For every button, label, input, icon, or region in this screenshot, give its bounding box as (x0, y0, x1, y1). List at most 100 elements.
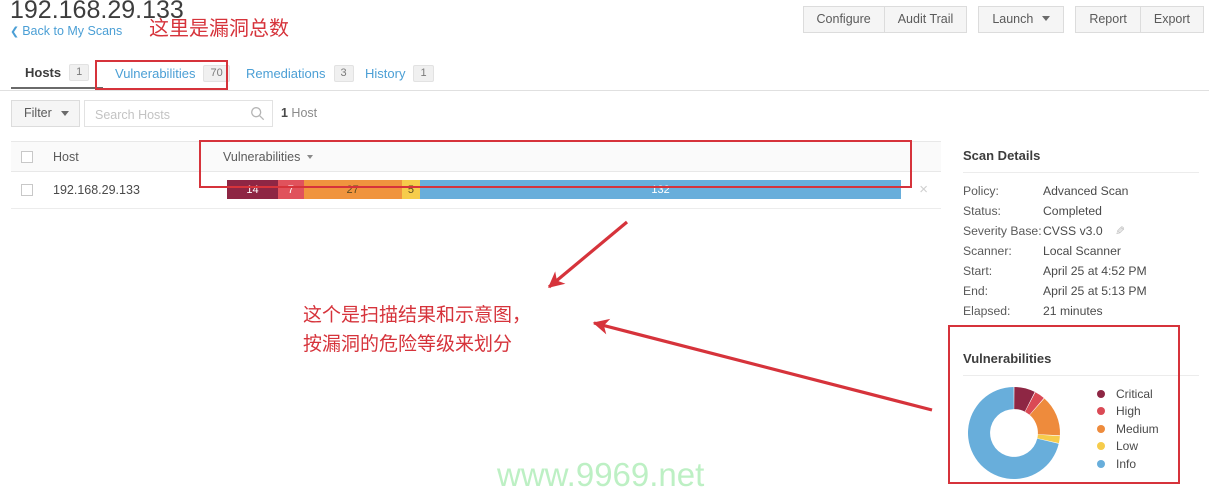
scan-detail-row: End: April 25 at 5:13 PM (963, 281, 1199, 301)
scan-detail-value: Advanced Scan (1043, 184, 1129, 198)
search-icon[interactable] (250, 106, 265, 121)
legend-label: Low (1116, 439, 1139, 454)
vulnerabilities-card-title: Vulnerabilities (963, 351, 1052, 366)
chevron-down-icon (60, 110, 69, 116)
pencil-icon[interactable]: ✎ (1115, 221, 1125, 241)
search-input[interactable] (93, 101, 247, 128)
annotation-text-chart-line2: 按漏洞的危险等级来划分 (303, 333, 513, 355)
column-header-vulnerabilities-label: Vulnerabilities (223, 150, 301, 164)
scan-detail-row: Severity Base: CVSS v3.0 ✎ (963, 221, 1199, 241)
scan-detail-value: CVSS v3.0 ✎ (1043, 221, 1125, 241)
tab-remediations[interactable]: Remediations 3 (232, 58, 368, 89)
scan-detail-value: April 25 at 4:52 PM (1043, 264, 1147, 278)
tab-history[interactable]: History 1 (351, 58, 448, 89)
legend-label: Medium (1116, 421, 1159, 436)
severity-stacked-bar[interactable]: 14 7 27 5 132 (227, 180, 901, 199)
host-count-label: Host (287, 106, 318, 120)
legend-label: Critical (1116, 386, 1153, 401)
scan-details-panel: Scan Details Policy: Advanced Scan Status:… (963, 148, 1199, 321)
tab-history-label: History (365, 66, 406, 81)
report-export-group: Report Export (1075, 6, 1204, 33)
annotation-text-chart: 这个是扫描结果和示意图， 按漏洞的危险等级来划分 (303, 301, 531, 359)
tab-remediations-label: Remediations (246, 66, 326, 81)
hosts-table: Host Vulnerabilities 192.168.29.133 14 7 2… (11, 141, 941, 209)
export-button[interactable]: Export (1140, 6, 1204, 33)
legend-dot-icon (1097, 407, 1105, 416)
scan-detail-key: Scanner: (963, 244, 1012, 258)
close-icon[interactable]: × (919, 182, 928, 197)
severity-segment-critical[interactable]: 14 (227, 180, 278, 199)
vulnerabilities-card: Vulnerabilities Critical High Medium Low Inf… (963, 343, 1199, 480)
column-header-vulnerabilities[interactable]: Vulnerabilities (223, 150, 314, 164)
tab-vulnerabilities-count: 70 (203, 65, 230, 82)
tab-history-count: 1 (413, 65, 434, 82)
tab-vulnerabilities[interactable]: Vulnerabilities 70 (101, 58, 244, 89)
page-header: 192.168.29.133 ❮ Back to My Scans Configu… (0, 0, 1209, 46)
host-count-number: 1 (281, 106, 288, 120)
vulnerabilities-donut-chart[interactable] (965, 385, 1079, 481)
legend-item-info[interactable]: Info (1097, 455, 1159, 473)
row-host-value[interactable]: 192.168.29.133 (53, 183, 140, 197)
audit-trail-button[interactable]: Audit Trail (884, 6, 968, 33)
scan-detail-row: Scanner: Local Scanner (963, 241, 1199, 261)
chevron-down-icon (307, 155, 314, 159)
divider (963, 375, 1199, 376)
tab-hosts-label: Hosts (25, 65, 62, 80)
scan-detail-value: Local Scanner (1043, 244, 1121, 258)
back-to-my-scans-link[interactable]: ❮ Back to My Scans (10, 24, 122, 38)
severity-segment-high[interactable]: 7 (278, 180, 304, 199)
configure-button[interactable]: Configure (802, 6, 885, 33)
scan-detail-key: Elapsed: (963, 304, 1011, 318)
severity-segment-low[interactable]: 5 (401, 180, 421, 199)
scan-detail-value: Completed (1043, 204, 1102, 218)
filter-dropdown-button[interactable]: Filter (11, 100, 80, 127)
legend-item-high[interactable]: High (1097, 403, 1159, 421)
tab-hosts[interactable]: Hosts 1 (11, 58, 104, 89)
scan-detail-key: Start: (963, 264, 993, 278)
scan-detail-key: Status: (963, 204, 1001, 218)
table-row[interactable]: 192.168.29.133 14 7 27 5 132 × (11, 172, 941, 209)
chevron-left-icon: ❮ (10, 26, 20, 38)
back-link-label: Back to My Scans (22, 24, 123, 38)
select-all-checkbox[interactable] (21, 151, 33, 163)
tab-vulnerabilities-label: Vulnerabilities (115, 66, 196, 81)
legend-dot-icon (1097, 424, 1105, 433)
host-count: 1 Host (281, 106, 317, 120)
filter-bar: Filter 1 Host (0, 100, 1209, 130)
legend-dot-icon (1097, 459, 1105, 468)
donut-legend: Critical High Medium Low Info (1097, 385, 1159, 473)
column-header-host[interactable]: Host (53, 150, 79, 164)
row-checkbox[interactable] (21, 184, 33, 196)
scan-detail-key: Severity Base: (963, 224, 1042, 238)
tab-bar: Hosts 1 Vulnerabilities 70 Remediations … (0, 58, 1209, 91)
scan-detail-value: April 25 at 5:13 PM (1043, 284, 1147, 298)
annotation-text-chart-line1: 这个是扫描结果和示意图， (303, 304, 532, 326)
tab-hosts-count: 1 (69, 64, 90, 81)
header-actions: Configure Audit Trail Launch Report Expo… (802, 6, 1204, 33)
scan-detail-row: Policy: Advanced Scan (963, 181, 1199, 201)
scan-detail-row: Start: April 25 at 4:52 PM (963, 261, 1199, 281)
search-box[interactable] (84, 100, 273, 128)
launch-button-label: Launch (992, 12, 1034, 26)
legend-item-medium[interactable]: Medium (1097, 420, 1159, 438)
scan-detail-key: End: (963, 284, 989, 298)
report-button[interactable]: Report (1075, 6, 1141, 33)
annotation-arrow-to-text (547, 220, 629, 289)
legend-dot-icon (1097, 442, 1105, 451)
scan-details-list: Policy: Advanced Scan Status: Completed Seve… (963, 181, 1199, 321)
filter-label: Filter (24, 106, 52, 120)
divider (963, 172, 1199, 173)
configure-audit-group: Configure Audit Trail (802, 6, 968, 33)
legend-label: High (1116, 404, 1141, 419)
launch-button[interactable]: Launch (978, 6, 1065, 33)
scan-detail-row: Elapsed: 21 minutes (963, 301, 1199, 321)
table-header-row: Host Vulnerabilities (11, 141, 941, 172)
legend-dot-icon (1097, 389, 1105, 398)
scan-details-title: Scan Details (963, 148, 1041, 163)
severity-segment-info[interactable]: 132 (420, 180, 901, 199)
severity-segment-medium[interactable]: 27 (303, 180, 402, 199)
legend-item-critical[interactable]: Critical (1097, 385, 1159, 403)
legend-item-low[interactable]: Low (1097, 438, 1159, 456)
scan-detail-row: Status: Completed (963, 201, 1199, 221)
chevron-down-icon (1042, 16, 1051, 21)
